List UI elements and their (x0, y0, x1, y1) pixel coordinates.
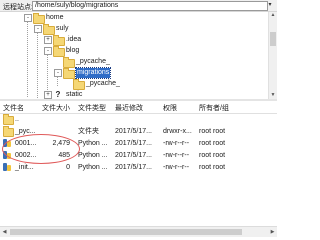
tree-item-home[interactable]: - home (0, 13, 268, 24)
tree-item-label: _pycache_ (86, 80, 120, 87)
tree-item-label: home (46, 14, 64, 21)
file-list-horizontal-scrollbar[interactable]: ◀ ▶ (0, 226, 277, 237)
path-dropdown-icon[interactable]: ▾ (266, 1, 274, 10)
tree-item-label: blog (66, 47, 80, 54)
tree-item-suly[interactable]: - suly (0, 24, 268, 35)
folder-icon (63, 57, 75, 68)
file-list-header: 文件名 文件大小 文件类型 最近修改 权限 所有者/组 (0, 101, 277, 114)
file-name: 0001... (15, 140, 37, 147)
unknown-status-icon: ? (55, 90, 61, 99)
folder-icon (43, 24, 55, 35)
file-type: Python ... (78, 164, 108, 171)
file-owner: root root (199, 152, 226, 159)
file-name: .. (15, 116, 19, 123)
tree-item-label: .idea (66, 36, 82, 43)
file-size: 2,479 (52, 140, 70, 147)
file-permissions: -rw-r--r-- (163, 152, 190, 159)
tree-item-pycache[interactable]: _pycache_ (0, 79, 268, 90)
tree-item-label: _pycache_ (76, 58, 110, 65)
remote-directory-tree: - home - suly + .idea - blog _pycache_ -… (0, 12, 268, 99)
tree-item-label: suly (56, 25, 69, 32)
file-size: 0 (66, 164, 70, 171)
scroll-left-icon[interactable]: ◀ (0, 227, 9, 237)
file-owner: root root (199, 140, 226, 147)
collapse-icon[interactable]: - (44, 47, 52, 55)
file-size: 485 (58, 152, 70, 159)
file-owner: root root (199, 164, 226, 171)
file-owner: root root (199, 128, 226, 135)
column-header-filename[interactable]: 文件名 (3, 103, 24, 113)
folder-icon (53, 46, 65, 57)
expand-icon[interactable]: + (44, 91, 52, 99)
folder-icon (3, 126, 14, 137)
file-row[interactable]: _init... 0 Python ... 2017/5/17... -rw-r… (0, 162, 277, 173)
file-modified: 2017/5/17... (115, 128, 152, 135)
remote-path-input[interactable]: /home/suly/blog/migrations (32, 1, 268, 11)
file-name: 0002... (15, 152, 37, 159)
file-name: _pyc... (15, 128, 36, 135)
file-type: Python ... (78, 152, 108, 159)
tree-vertical-scrollbar[interactable]: ▲ ▼ (268, 12, 277, 99)
file-modified: 2017/5/17... (115, 140, 152, 147)
file-name: _init... (15, 164, 34, 171)
python-file-icon (3, 151, 12, 160)
file-row-parent[interactable]: .. (0, 114, 277, 125)
scroll-thumb[interactable] (10, 229, 242, 235)
file-type: Python ... (78, 140, 108, 147)
tree-item-migrations[interactable]: - migrations (0, 67, 268, 79)
scroll-thumb[interactable] (270, 32, 276, 46)
file-row[interactable]: 0002... 485 Python ... 2017/5/17... -rw-… (0, 150, 277, 161)
collapse-icon[interactable]: - (34, 25, 42, 33)
file-type: 文件夹 (78, 128, 99, 135)
file-row[interactable]: 0001... 2,479 Python ... 2017/5/17... -r… (0, 138, 277, 149)
column-header-owner[interactable]: 所有者/组 (199, 103, 229, 113)
scroll-right-icon[interactable]: ▶ (268, 227, 277, 237)
scroll-down-icon[interactable]: ▼ (269, 92, 277, 99)
python-file-icon (3, 163, 12, 172)
folder-open-icon (63, 68, 75, 79)
tree-item-blog[interactable]: - blog (0, 46, 268, 57)
file-permissions: drwxr-x... (163, 128, 192, 135)
file-row[interactable]: _pyc... 文件夹 2017/5/17... drwxr-x... root… (0, 126, 277, 137)
expand-icon[interactable]: + (44, 36, 52, 44)
column-header-permissions[interactable]: 权限 (163, 103, 177, 113)
column-header-type[interactable]: 文件类型 (78, 103, 106, 113)
remote-path-bar: 远程站点: /home/suly/blog/migrations ▾ (0, 0, 277, 12)
file-permissions: -rw-r--r-- (163, 164, 190, 171)
file-permissions: -rw-r--r-- (163, 140, 190, 147)
folder-icon (3, 114, 14, 125)
folder-icon (33, 13, 45, 24)
tree-item-label: static (66, 91, 83, 98)
file-modified: 2017/5/17... (115, 164, 152, 171)
python-file-icon (3, 139, 12, 148)
tree-item-static[interactable]: + ? static (0, 90, 268, 99)
collapse-icon[interactable]: - (24, 14, 32, 22)
collapse-icon[interactable]: - (54, 69, 62, 77)
remote-site-label: 远程站点: (3, 4, 33, 11)
scroll-up-icon[interactable]: ▲ (269, 12, 277, 19)
tree-item-idea[interactable]: + .idea (0, 35, 268, 46)
tree-item-label: migrations (74, 67, 112, 79)
column-header-modified[interactable]: 最近修改 (115, 103, 143, 113)
folder-icon (53, 35, 65, 46)
tree-item-pycache[interactable]: _pycache_ (0, 57, 268, 68)
column-header-size[interactable]: 文件大小 (42, 103, 70, 113)
folder-icon (73, 79, 85, 90)
file-modified: 2017/5/17... (115, 152, 152, 159)
